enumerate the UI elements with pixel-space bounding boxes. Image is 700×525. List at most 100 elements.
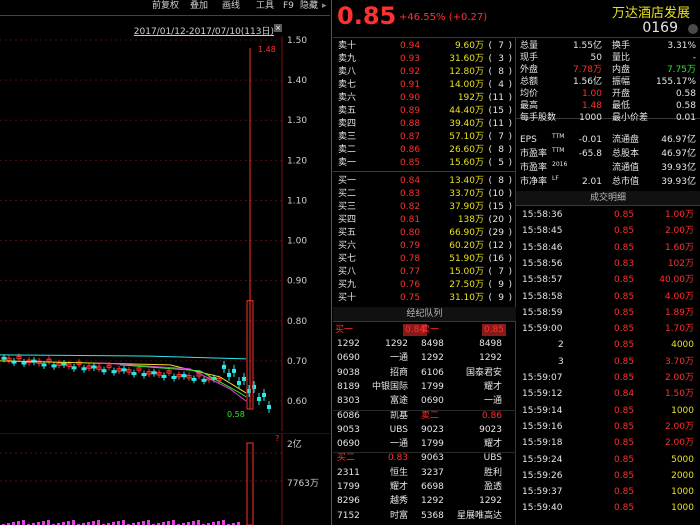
menu-draw-line[interactable]: 画线: [222, 0, 240, 12]
high-price-label: 1.48: [258, 45, 276, 54]
trade-time: 15:59:37: [522, 487, 563, 498]
broker-row: 1799 耀才 6698 盈透: [333, 481, 516, 493]
trade-price: 0.85: [614, 356, 635, 367]
price-change: +46.55% (+0.27): [399, 12, 488, 23]
fund-value: -65.8: [578, 149, 602, 159]
broker-name: 恒生: [389, 467, 408, 478]
stat-value: 1000: [579, 113, 602, 123]
stat-value: 1.48: [581, 101, 602, 111]
ask-price: 0.90: [400, 93, 421, 103]
trade-volume: 1000: [671, 487, 694, 498]
trade-row: 15:59:16 0.85 2.00万: [518, 421, 698, 433]
broker-name: 时富: [389, 510, 408, 521]
ask-price: 0.93: [400, 54, 421, 64]
broker-id: 0690: [421, 396, 444, 407]
broker-name: 富途: [389, 396, 408, 407]
paren: ): [508, 215, 512, 225]
broker-id: 9063: [421, 453, 444, 464]
last-price: 0.85: [337, 2, 397, 30]
trade-row: 15:59:26 0.85 2000: [518, 470, 698, 482]
trade-price: 0.85: [614, 454, 635, 465]
broker-row: 6086 凯基 卖二 0.86: [333, 409, 516, 422]
fund-value: -0.01: [578, 135, 602, 145]
bid-price: 0.77: [400, 267, 421, 277]
stat-row: 现手 50 量比 -: [518, 52, 698, 64]
ask-volume: 14.00万: [449, 80, 484, 90]
broker-row: 买二 0.83 9063 UBS: [333, 452, 516, 464]
close-icon[interactable]: ×: [274, 24, 282, 32]
menu-overlay[interactable]: 叠加: [190, 0, 208, 12]
broker-name: 1292: [479, 496, 502, 507]
broker-queue-title[interactable]: 经纪队列: [333, 307, 516, 321]
broker-name: 1292: [479, 353, 502, 364]
fund-key-superscript: TTM: [552, 147, 565, 154]
broker-id: 1292: [421, 353, 444, 364]
trade-time: 2: [558, 340, 564, 351]
bid-order-count: 9: [498, 280, 504, 290]
trade-row: 15:59:14 0.85 1000: [518, 405, 698, 417]
paren: (: [488, 176, 492, 186]
fund-value: 39.93亿: [661, 163, 696, 173]
y-tick-label: 1.20: [287, 156, 307, 166]
candle-body: [171, 375, 177, 379]
menu-more-icon[interactable]: ▸: [322, 0, 327, 12]
bid-price: 0.79: [400, 241, 421, 251]
trade-time: 15:59:12: [522, 389, 563, 400]
candle-body: [61, 362, 67, 366]
broker-row: 2311 恒生 3237 胜利: [333, 467, 516, 479]
menu-f9[interactable]: F9: [283, 0, 294, 12]
paren: (: [488, 189, 492, 199]
ask-level-label: 卖八: [338, 67, 357, 77]
gear-icon[interactable]: [688, 24, 698, 34]
ask-price: 0.86: [400, 145, 421, 155]
broker-id: 8189: [337, 381, 360, 392]
bid-price: 0.78: [400, 254, 421, 264]
broker-row: 9053 UBS 9023 9023: [333, 424, 516, 436]
bid-level-label: 买十: [338, 293, 357, 303]
trade-volume: 4.00万: [664, 291, 694, 302]
vol-tick-2yi: 2亿: [287, 438, 302, 450]
broker-id: 1799: [337, 482, 360, 492]
ask-level-label: 卖一: [338, 158, 357, 168]
broker-row: 7152 时富 5368 星展唯高达: [333, 510, 516, 522]
trade-volume: 4000: [671, 340, 694, 351]
broker-name: 耀才: [483, 381, 502, 392]
menu-hide[interactable]: 隐藏: [300, 0, 318, 12]
volume-bar: [167, 521, 170, 525]
bid-volume: 31.10万: [449, 293, 484, 303]
stat-key: 总额: [520, 77, 539, 87]
ask-level-label: 卖六: [338, 93, 357, 103]
paren: (: [488, 158, 492, 168]
menu-adjust-forward[interactable]: 前复权: [152, 0, 179, 12]
paren: (: [488, 254, 492, 264]
bid-order-count: 16: [492, 254, 504, 264]
plot-area: [0, 36, 282, 431]
volume-bar: [47, 520, 50, 525]
stat-value: 0.01: [675, 113, 696, 123]
trade-volume: 1.60万: [664, 242, 694, 253]
trade-volume: 1.89万: [664, 307, 694, 318]
candlestick-chart[interactable]: 1.50 1.40 1.30 1.20 1.10 1.00 0.90 0.80 0.70 0.60…: [0, 36, 330, 431]
menu-tools[interactable]: 工具: [256, 0, 274, 12]
volume-chart[interactable]: 2亿 7763万 ?: [0, 433, 330, 525]
ask-level-label: 卖七: [338, 80, 357, 90]
bid-volume: 51.90万: [449, 254, 484, 264]
bid-volume: 138万: [457, 215, 484, 225]
broker-id: 9023: [421, 424, 444, 435]
bid-row: 买五 0.80 66.90万 29(): [336, 227, 514, 239]
bid-level-label: 买八: [338, 267, 357, 277]
trade-time: 15:59:14: [522, 405, 563, 416]
ask-price: 0.91: [400, 80, 421, 90]
stock-code[interactable]: 0169: [642, 20, 678, 36]
broker-row: 8303 富途 0690 一通: [333, 395, 516, 407]
candle-body: [21, 361, 27, 365]
ask-row: 卖四 0.88 39.40万 11(): [336, 118, 514, 130]
broker-header-row: 买一 0.84 卖一 0.85: [333, 324, 516, 336]
broker-id: 1292: [337, 339, 360, 349]
trade-time: 15:59:18: [522, 438, 563, 449]
bid-volume: 37.90万: [449, 202, 484, 212]
trade-detail-title[interactable]: 成交明细: [516, 191, 700, 205]
volume-bar: [42, 521, 45, 525]
trade-time: 15:59:24: [522, 454, 563, 465]
ask-volume: 15.60万: [449, 158, 484, 168]
